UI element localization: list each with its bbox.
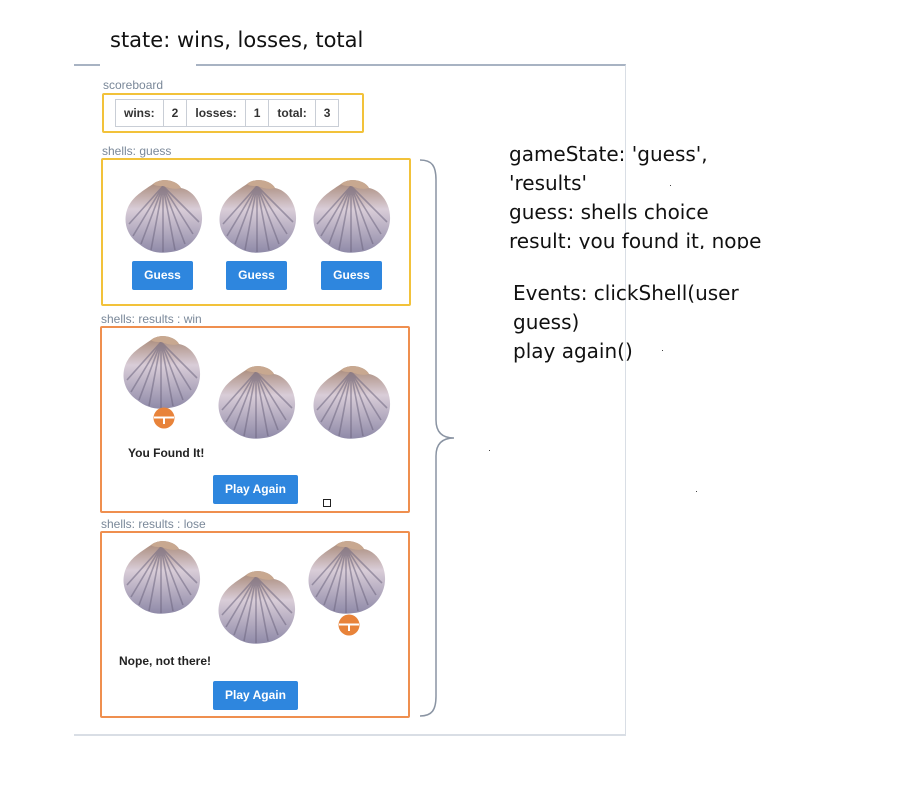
pea-marker-icon bbox=[338, 614, 360, 636]
guess-panel: Guess Guess Guess bbox=[101, 158, 411, 306]
stray-dot bbox=[662, 350, 663, 351]
scoreboard-panel: wins: 2 losses: 1 total: 3 bbox=[102, 93, 364, 133]
shell-3-icon[interactable] bbox=[311, 364, 391, 440]
note-line-3: guess: shells choice bbox=[509, 200, 709, 224]
shell-1-icon[interactable] bbox=[121, 334, 201, 410]
shell-2-icon[interactable] bbox=[216, 569, 296, 645]
lose-message: Nope, not there! bbox=[119, 654, 211, 668]
curly-brace bbox=[419, 159, 455, 717]
play-again-button[interactable]: Play Again bbox=[213, 475, 298, 504]
events-line-1: Events: clickShell(user bbox=[513, 281, 739, 305]
guess-button-1[interactable]: Guess bbox=[132, 261, 193, 290]
lose-panel-label: shells: results : lose bbox=[101, 517, 206, 531]
frame-gap bbox=[100, 60, 196, 68]
scoreboard-table: wins: 2 losses: 1 total: 3 bbox=[115, 99, 340, 127]
shell-1-icon[interactable] bbox=[123, 178, 203, 254]
small-square bbox=[323, 499, 331, 507]
stray-dot bbox=[489, 450, 490, 451]
stray-dot bbox=[696, 491, 697, 492]
shell-3-icon[interactable] bbox=[306, 539, 386, 615]
losses-value: 1 bbox=[244, 99, 270, 127]
page-heading: state: wins, losses, total bbox=[110, 28, 364, 52]
guess-button-2[interactable]: Guess bbox=[226, 261, 287, 290]
scoreboard-label: scoreboard bbox=[103, 78, 164, 92]
shell-2-icon[interactable] bbox=[217, 178, 297, 254]
guess-button-3[interactable]: Guess bbox=[321, 261, 382, 290]
wins-value: 2 bbox=[162, 99, 188, 127]
lose-panel: Nope, not there! Play Again bbox=[100, 531, 410, 718]
shell-2-icon[interactable] bbox=[216, 364, 296, 440]
total-value: 3 bbox=[314, 99, 340, 127]
events-line-3: play again() bbox=[513, 339, 633, 363]
note-line-1: gameState: 'guess', bbox=[509, 142, 708, 166]
total-label: total: bbox=[268, 99, 316, 127]
win-panel: You Found It! Play Again bbox=[100, 326, 410, 513]
losses-label: losses: bbox=[186, 99, 246, 127]
pea-marker-icon bbox=[153, 407, 175, 429]
win-message: You Found It! bbox=[128, 446, 205, 460]
stray-dot bbox=[670, 185, 671, 186]
wins-label: wins: bbox=[115, 99, 164, 127]
events-line-2: guess) bbox=[513, 310, 580, 334]
play-again-button[interactable]: Play Again bbox=[213, 681, 298, 710]
shell-3-icon[interactable] bbox=[311, 178, 391, 254]
note-line-4: result: you found it, nope bbox=[509, 229, 762, 249]
note-line-2: 'results' bbox=[509, 171, 587, 195]
shell-1-icon[interactable] bbox=[121, 539, 201, 615]
win-panel-label: shells: results : win bbox=[101, 312, 202, 326]
guess-panel-label: shells: guess bbox=[102, 144, 172, 158]
